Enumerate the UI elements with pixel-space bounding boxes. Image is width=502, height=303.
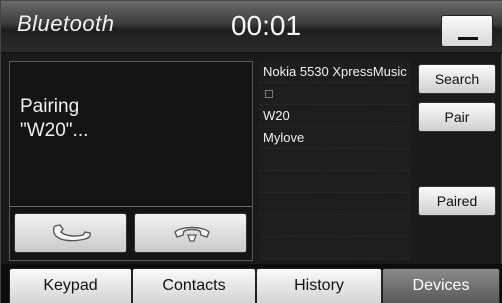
device-name: Nokia 5530 XpressMusic xyxy=(263,64,407,79)
accept-call-button[interactable] xyxy=(14,213,127,253)
call-timer: 00:01 xyxy=(230,10,302,41)
list-item[interactable]: Nokia 5530 XpressMusic xyxy=(259,61,411,83)
search-button[interactable]: Search xyxy=(418,64,496,94)
call-status-panel: Pairing "W20"... xyxy=(9,61,253,261)
list-item[interactable] xyxy=(259,149,411,171)
list-item[interactable] xyxy=(259,83,411,105)
list-item[interactable] xyxy=(259,237,411,259)
tab-history[interactable]: History xyxy=(256,268,382,303)
checkbox-icon xyxy=(265,90,273,98)
status-device-name: "W20"... xyxy=(20,120,89,141)
list-item[interactable] xyxy=(259,193,411,215)
list-item[interactable] xyxy=(259,171,411,193)
list-item[interactable]: Mylove xyxy=(259,127,411,149)
tab-keypad[interactable]: Keypad xyxy=(9,268,132,303)
device-name: W20 xyxy=(263,108,290,123)
minimize-button[interactable] xyxy=(441,15,493,47)
paired-button[interactable]: Paired xyxy=(418,186,496,216)
hang-up-icon xyxy=(174,226,210,242)
status-text: Pairing xyxy=(20,96,80,117)
panel-divider xyxy=(10,206,252,207)
tab-contacts[interactable]: Contacts xyxy=(132,268,256,303)
device-list[interactable]: Nokia 5530 XpressMusic W20 Mylove xyxy=(259,61,411,261)
list-item[interactable]: W20 xyxy=(259,105,411,127)
pair-button[interactable]: Pair xyxy=(418,102,496,132)
list-item[interactable] xyxy=(259,215,411,237)
tab-devices[interactable]: Devices xyxy=(382,268,500,303)
device-name: Mylove xyxy=(263,130,305,145)
minimize-icon xyxy=(458,37,478,40)
bluetooth-screen: Bluetooth 00:01 Pairing "W20"... Nokia 5… xyxy=(0,0,502,303)
header-bar: Bluetooth 00:01 xyxy=(1,1,502,53)
app-title: Bluetooth xyxy=(17,11,115,36)
tab-bar: Keypad Contacts History Devices xyxy=(1,264,502,303)
phone-handset-icon xyxy=(52,224,91,242)
hang-up-button[interactable] xyxy=(134,213,247,253)
